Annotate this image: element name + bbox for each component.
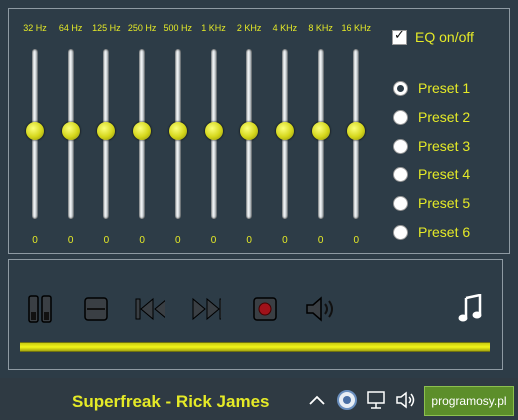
preset-3[interactable]: Preset 3 [393,138,470,154]
preset-3-label: Preset 3 [418,138,471,154]
preset-1[interactable]: Preset 1 [393,80,470,96]
preset-2-radio[interactable] [393,109,408,125]
band-label: 1 KHz [201,23,226,33]
eq-slider-knob[interactable] [311,122,330,140]
band-label: 64 Hz [58,23,83,33]
eq-slider-knob[interactable] [61,122,80,140]
next-icon [192,297,221,321]
record-icon [253,297,277,321]
speaker-icon[interactable] [394,388,418,412]
band-value: 0 [282,235,288,246]
preset-2-label: Preset 2 [418,109,471,125]
eq-slider-knob[interactable] [275,122,294,140]
equalizer-panel: 32 Hz 0 64 Hz 0 125 Hz 0 250 Hz 0 500 Hz 0 1 KHz 0 2… [8,8,510,254]
eq-slider-knob[interactable] [240,122,259,140]
preset-4[interactable]: Preset 4 [393,166,470,182]
eq-toggle[interactable]: EQ on/off [392,28,474,45]
band-value: 0 [32,235,38,246]
preset-1-label: Preset 1 [418,80,471,96]
now-playing-title: Superfreak - Rick James [72,392,270,411]
eq-slider-knob[interactable] [204,122,223,140]
network-icon[interactable] [365,388,389,412]
preset-1-radio[interactable] [393,80,408,96]
eq-toggle-label: EQ on/off [415,29,474,45]
band-value: 0 [210,235,217,246]
band-label: 125 Hz [92,23,121,33]
preset-3-radio[interactable] [393,138,408,154]
record-button[interactable] [250,294,280,324]
band-label: 8 KHz [308,23,333,33]
chevron-up-icon[interactable] [305,388,329,412]
eq-checkbox[interactable] [392,28,407,45]
band-label: 2 KHz [236,23,262,33]
music-note-icon [458,294,482,322]
preset-5-label: Preset 5 [418,195,471,211]
eq-slider-knob[interactable] [168,122,187,140]
preset-4-radio[interactable] [393,166,408,182]
preset-6-radio[interactable] [393,224,408,240]
eq-slider-knob[interactable] [133,122,152,140]
preset-6[interactable]: Preset 6 [393,224,470,240]
band-value: 0 [103,235,110,246]
stop-icon [84,297,108,321]
preset-5[interactable]: Preset 5 [393,195,470,211]
band-label: 16 KHz [341,23,372,33]
band-value: 0 [353,235,360,246]
preset-2[interactable]: Preset 2 [393,109,470,125]
eq-slider-knob[interactable] [97,122,116,140]
playlist-button[interactable] [455,294,485,324]
band-label: 250 Hz [127,23,157,33]
band-value: 0 [246,235,252,246]
band-value: 0 [175,235,181,246]
preset-5-radio[interactable] [393,195,408,211]
pause-icon [28,295,52,323]
app-window: 32 Hz 0 64 Hz 0 125 Hz 0 250 Hz 0 500 Hz 0 1 KHz 0 2… [0,0,518,378]
previous-icon [135,297,165,321]
band-value: 0 [317,235,324,246]
band-label: 32 Hz [23,23,47,33]
pause-button[interactable] [25,294,55,324]
eq-slider-knob[interactable] [347,122,366,140]
tray-badge: programosy.pl [424,386,514,416]
preset-4-label: Preset 4 [418,166,471,182]
volume-icon [306,296,333,322]
band-value: 0 [67,235,74,246]
band-label: 4 KHz [272,23,298,33]
band-label: 500 Hz [163,23,193,33]
progress-bar[interactable] [20,342,490,352]
volume-button[interactable] [305,294,335,324]
eq-slider-knob[interactable] [26,122,44,140]
next-button[interactable] [191,294,221,324]
band-value: 0 [139,235,145,246]
previous-button[interactable] [135,294,165,324]
stop-button[interactable] [81,294,111,324]
preset-6-label: Preset 6 [418,224,471,240]
app-tray-icon[interactable] [335,388,359,412]
